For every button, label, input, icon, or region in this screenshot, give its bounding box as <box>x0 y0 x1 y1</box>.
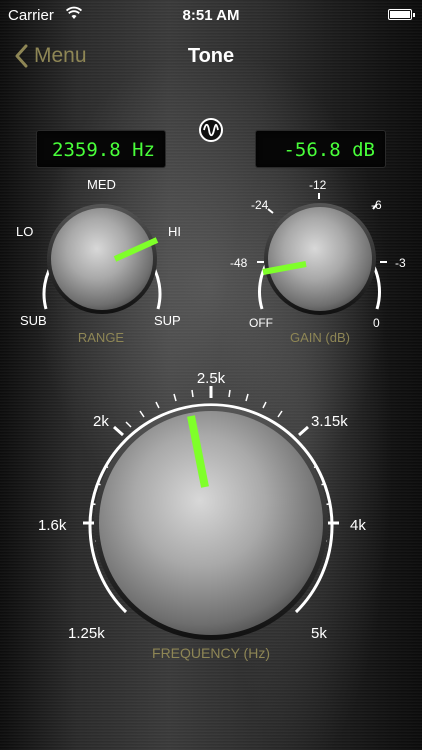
gain-caption: GAIN (dB) <box>290 330 350 345</box>
gain-label-m6: -6 <box>371 198 382 212</box>
range-knob-face <box>51 208 153 310</box>
range-caption: RANGE <box>78 330 125 345</box>
frequency-label-2k: 2k <box>93 413 109 430</box>
frequency-label-5k: 5k <box>311 625 327 642</box>
frequency-label-1-6k: 1.6k <box>38 517 67 534</box>
range-label-lo: LO <box>16 224 33 239</box>
frequency-knob[interactable] <box>83 386 339 640</box>
gain-label-m24: -24 <box>251 198 269 212</box>
gain-label-m3: -3 <box>395 256 406 270</box>
frequency-label-3-15k: 3.15k <box>311 413 348 430</box>
gain-knob-face <box>268 207 372 311</box>
range-label-med: MED <box>87 177 116 192</box>
gain-label-off: OFF <box>249 316 273 330</box>
frequency-label-4k: 4k <box>350 517 366 534</box>
frequency-knob-face <box>99 411 323 635</box>
frequency-label-1-25k: 1.25k <box>68 625 105 642</box>
range-label-sub: SUB <box>20 313 47 328</box>
gain-label-m12: -12 <box>309 178 327 192</box>
frequency-caption: FREQUENCY (Hz) <box>152 645 270 661</box>
frequency-label-2-5k: 2.5k <box>197 370 226 387</box>
range-label-hi: HI <box>168 224 181 239</box>
knob-panel: SUB LO MED HI SUP RANGE OFF -48 -24 -12 … <box>16 177 406 661</box>
range-knob[interactable] <box>42 204 162 314</box>
range-label-sup: SUP <box>154 313 181 328</box>
gain-label-m48: -48 <box>230 256 248 270</box>
gain-knob[interactable] <box>257 193 387 315</box>
gain-label-zero: 0 <box>373 316 380 330</box>
